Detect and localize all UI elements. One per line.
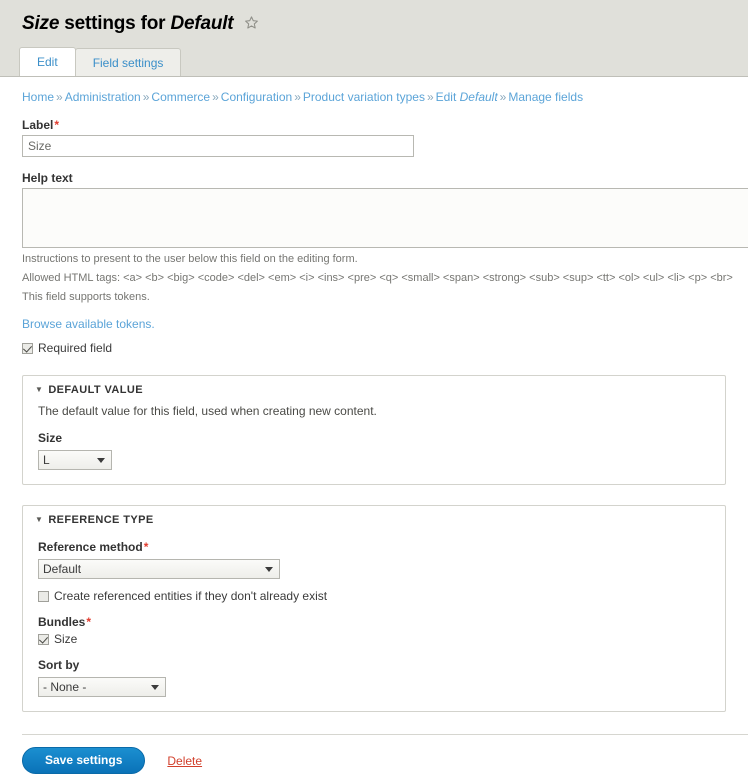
- page-header: Size settings for Default Edit Field set…: [0, 0, 748, 76]
- default-size-label: Size: [38, 431, 63, 445]
- tab-field-settings-label: Field settings: [92, 56, 164, 70]
- breadcrumb-separator: »: [294, 90, 301, 104]
- breadcrumb-edit-bundle: Default: [459, 90, 498, 104]
- page-content: Home» Administration» Commerce» Configurati…: [0, 77, 748, 774]
- breadcrumb-item-configuration[interactable]: Configuration: [221, 90, 292, 104]
- label-field-label-text: Label: [22, 118, 54, 132]
- reference-method-label-text: Reference method: [38, 540, 143, 554]
- breadcrumb-item-commerce[interactable]: Commerce: [151, 90, 210, 104]
- help-text-label-text: Help text: [22, 171, 73, 185]
- breadcrumb-separator: »: [426, 90, 434, 104]
- form-actions: Save settings Delete: [0, 735, 748, 774]
- auto-create-checkbox[interactable]: [38, 590, 49, 602]
- default-value-fieldset-title: DEFAULT VALUE: [48, 384, 143, 396]
- required-field-row[interactable]: Required field: [22, 341, 748, 355]
- help-text-textarea[interactable]: [22, 188, 748, 248]
- page-title-bundle-name: Default: [170, 13, 234, 34]
- required-field-checkbox[interactable]: [22, 342, 33, 354]
- label-field-label: Label*: [22, 118, 748, 132]
- delete-link[interactable]: Delete: [167, 754, 202, 768]
- reference-type-body: Reference method* Default Create referen…: [35, 540, 713, 697]
- breadcrumb-edit-prefix: Edit: [435, 90, 460, 104]
- sort-by-select-wrap: - None -: [38, 677, 166, 697]
- tab-edit[interactable]: Edit: [19, 47, 76, 76]
- star-outline-icon[interactable]: [244, 13, 259, 37]
- required-asterisk: *: [143, 540, 149, 554]
- page-title: Size settings for Default: [0, 12, 748, 37]
- breadcrumb-item-administration[interactable]: Administration: [65, 90, 141, 104]
- required-asterisk: *: [54, 118, 60, 132]
- default-value-description: The default value for this field, used w…: [38, 404, 377, 418]
- help-text-allowed-tags: Allowed HTML tags: <a> <b> <big> <code> …: [22, 272, 733, 284]
- bundles-label-text: Bundles: [38, 615, 86, 629]
- breadcrumb-item-edit-default[interactable]: Edit Default: [436, 90, 498, 104]
- reference-type-fieldset-toggle[interactable]: ▼ REFERENCE TYPE: [35, 514, 713, 526]
- breadcrumb-item-home[interactable]: Home: [22, 90, 54, 104]
- reference-type-fieldset-title: REFERENCE TYPE: [48, 514, 154, 526]
- default-value-body: The default value for this field, used w…: [35, 404, 713, 470]
- primary-tabs: Edit Field settings: [19, 47, 182, 76]
- page-title-connector: settings for: [59, 13, 171, 34]
- reference-method-select[interactable]: Default: [38, 559, 280, 579]
- required-field-label: Required field: [38, 341, 113, 355]
- breadcrumb-separator: »: [56, 90, 63, 104]
- chevron-down-icon: ▼: [35, 515, 44, 524]
- bundle-size-label: Size: [54, 632, 78, 646]
- sort-by-select[interactable]: - None -: [38, 677, 166, 697]
- default-value-fieldset: ▼ DEFAULT VALUE The default value for th…: [22, 375, 726, 485]
- tab-field-settings[interactable]: Field settings: [74, 48, 182, 76]
- label-input[interactable]: [22, 135, 414, 157]
- chevron-down-icon: ▼: [35, 385, 44, 394]
- breadcrumb-item-manage-fields[interactable]: Manage fields: [508, 90, 583, 104]
- auto-create-label: Create referenced entities if they don't…: [54, 589, 328, 603]
- breadcrumb: Home» Administration» Commerce» Configurati…: [0, 77, 748, 104]
- breadcrumb-separator: »: [142, 90, 150, 104]
- breadcrumb-separator: »: [212, 90, 219, 104]
- help-text-label: Help text: [22, 171, 748, 185]
- default-size-select[interactable]: L: [38, 450, 112, 470]
- browse-tokens-link[interactable]: Browse available tokens.: [22, 317, 748, 331]
- reference-method-label: Reference method*: [38, 540, 713, 554]
- field-edit-form: Label* Help text Instructions to present…: [0, 118, 748, 355]
- required-asterisk: *: [86, 615, 92, 629]
- default-size-select-wrap: L: [38, 450, 112, 470]
- page-title-field-name: Size: [22, 13, 60, 34]
- tab-edit-label: Edit: [37, 55, 58, 69]
- bundle-size-checkbox[interactable]: [38, 633, 49, 645]
- breadcrumb-separator: »: [499, 90, 507, 104]
- sort-by-label: Sort by: [38, 658, 80, 672]
- reference-type-fieldset: ▼ REFERENCE TYPE Reference method* Defau…: [22, 505, 726, 712]
- bundles-label: Bundles*: [38, 615, 713, 629]
- reference-method-select-wrap: Default: [38, 559, 280, 579]
- breadcrumb-item-product-variation-types[interactable]: Product variation types: [303, 90, 425, 104]
- help-text-tokens-note: This field supports tokens.: [22, 291, 150, 303]
- bundle-size-row[interactable]: Size: [38, 632, 713, 646]
- help-text-description-1: Instructions to present to the user belo…: [22, 253, 358, 265]
- default-value-fieldset-toggle[interactable]: ▼ DEFAULT VALUE: [35, 384, 713, 396]
- save-settings-button[interactable]: Save settings: [22, 747, 146, 774]
- auto-create-row[interactable]: Create referenced entities if they don't…: [38, 589, 713, 603]
